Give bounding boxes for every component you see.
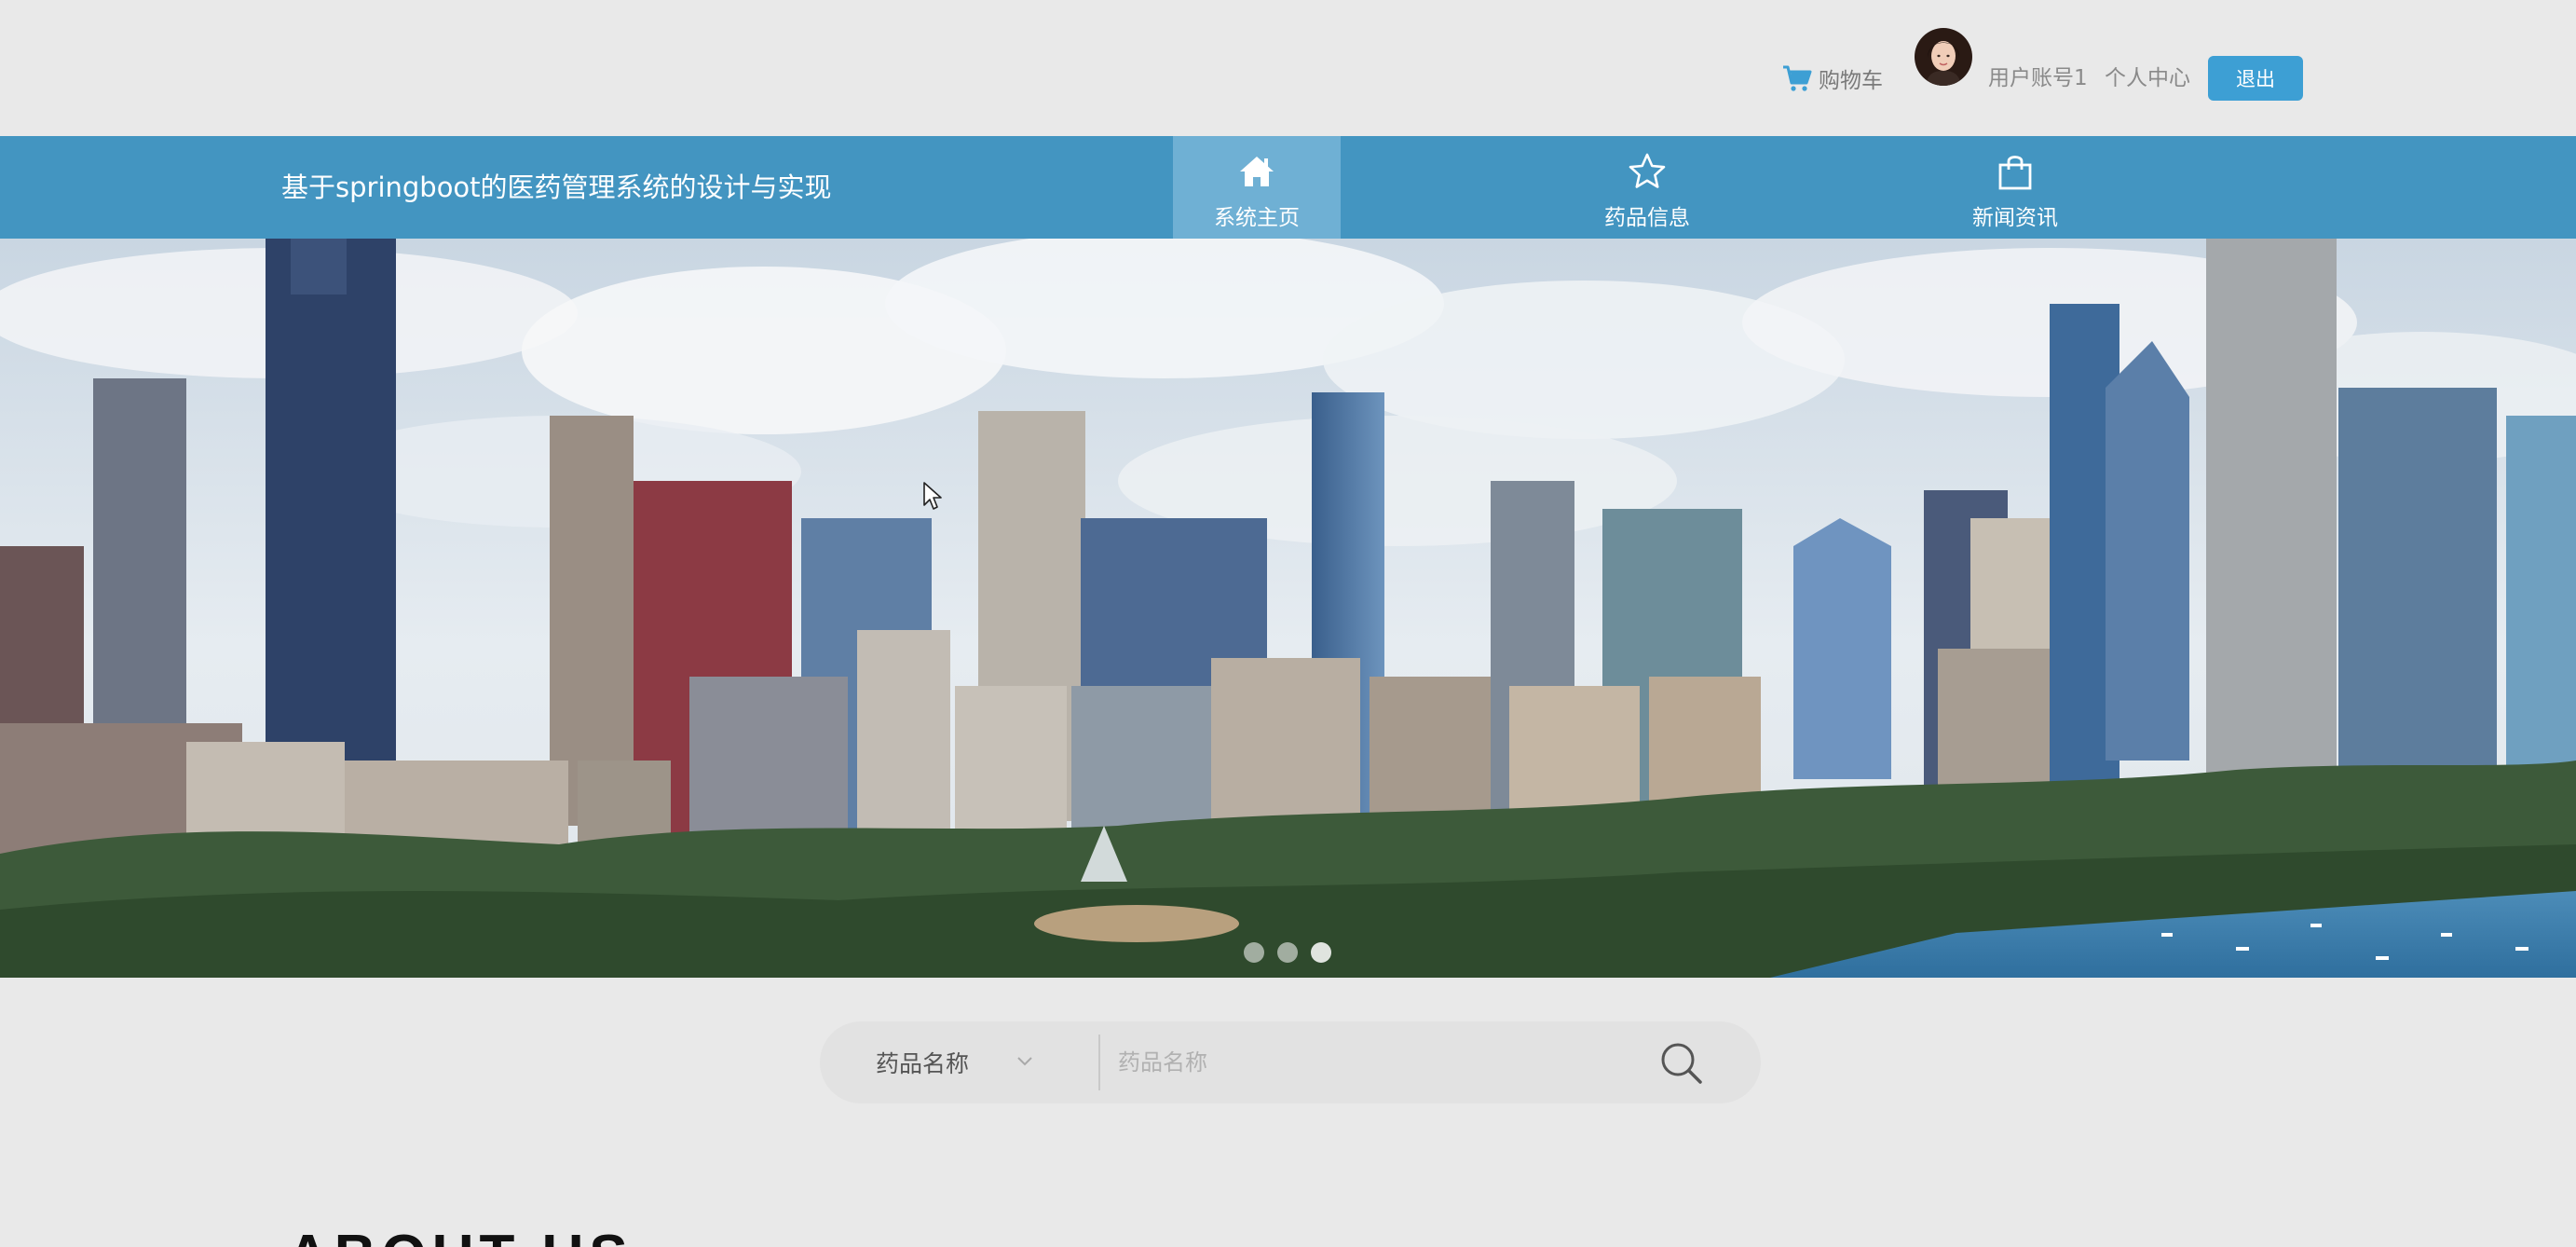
chevron-down-icon — [1017, 1057, 1032, 1066]
cart-link[interactable]: 购物车 — [1781, 60, 1883, 97]
carousel-dot[interactable] — [1244, 942, 1264, 963]
carousel-dot-active[interactable] — [1311, 942, 1331, 963]
shopping-bag-icon — [1995, 151, 2036, 192]
search-field-select[interactable]: 药品名称 — [876, 1021, 1062, 1103]
search-divider — [1098, 1035, 1100, 1090]
nav-item-drug-info-label: 药品信息 — [1604, 206, 1690, 230]
hero-carousel[interactable] — [0, 239, 2576, 978]
carousel-indicators — [1244, 942, 1331, 963]
mouse-cursor-icon — [923, 482, 942, 510]
search-input[interactable] — [1118, 1038, 1640, 1087]
nav-item-news-label: 新闻资讯 — [1972, 206, 2058, 230]
city-skyline-image — [0, 239, 2576, 978]
site-title: 基于springboot的医药管理系统的设计与实现 — [281, 171, 832, 203]
search-icon[interactable] — [1658, 1040, 1705, 1087]
star-icon — [1627, 151, 1668, 192]
username-label: 用户账号1 — [1988, 66, 2088, 90]
search-field-selected: 药品名称 — [876, 1050, 970, 1077]
nav-item-home-label: 系统主页 — [1214, 206, 1300, 230]
cart-icon — [1783, 65, 1812, 91]
logout-button[interactable]: 退出 — [2208, 56, 2303, 101]
search-bar: 药品名称 — [820, 1021, 1761, 1103]
main-navbar: 基于springboot的医药管理系统的设计与实现 系统主页 药品信息 新闻资讯 — [0, 136, 2576, 239]
nav-item-news[interactable]: 新闻资讯 — [1931, 136, 2099, 239]
about-us-heading: ABOUT US — [287, 1223, 634, 1247]
top-bar: 购物车 用户账号1 个人中心 退出 — [0, 0, 2576, 136]
avatar[interactable] — [1915, 28, 1972, 86]
user-center-link[interactable]: 个人中心 — [2105, 64, 2190, 92]
nav-item-home[interactable]: 系统主页 — [1173, 136, 1341, 239]
nav-item-drug-info[interactable]: 药品信息 — [1563, 136, 1731, 239]
cart-label: 购物车 — [1819, 69, 1883, 93]
home-icon — [1236, 151, 1277, 192]
carousel-dot[interactable] — [1277, 942, 1298, 963]
